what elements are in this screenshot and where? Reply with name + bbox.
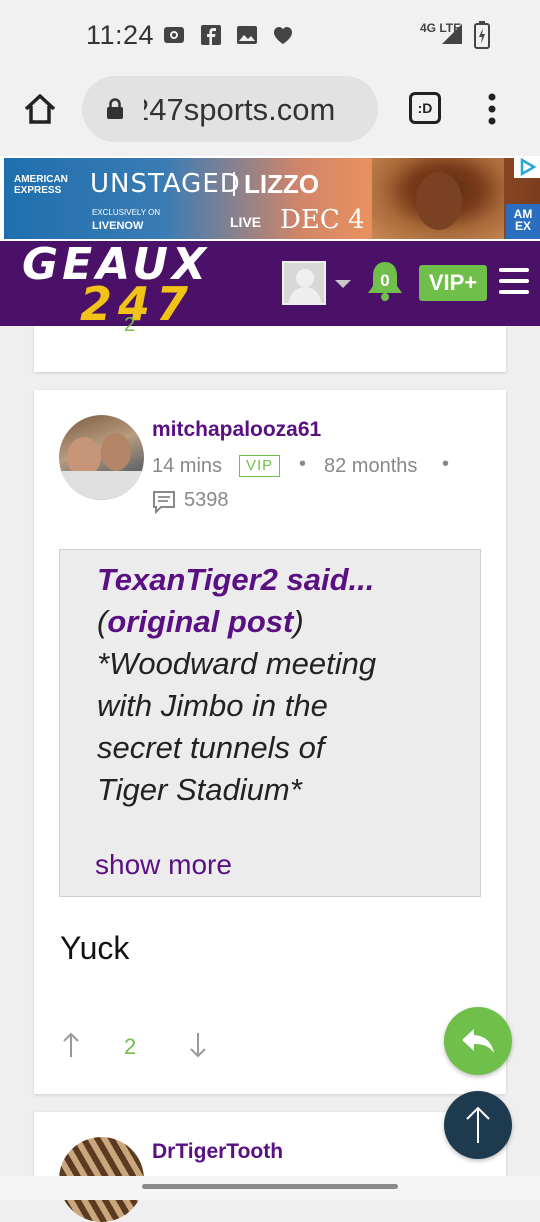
quote-source: (original post) [97, 604, 304, 639]
quote-line: *Woodward meeting [97, 646, 377, 681]
quote-block: TexanTiger2 said... (original post) *Woo… [59, 549, 481, 897]
quote-line: secret tunnels of [97, 730, 325, 765]
browser-toolbar: 247sports.com :D [0, 72, 540, 156]
quote-author[interactable]: TexanTiger2 said... [97, 562, 374, 598]
meta-dot-1: • [299, 453, 307, 475]
battery-icon [474, 21, 490, 49]
next-post-username[interactable]: DrTigerTooth [152, 1140, 283, 1164]
vote-count: 2 [124, 1034, 137, 1059]
image-icon [237, 26, 257, 44]
tab-switcher-label: :D [417, 100, 433, 116]
site-header: GEAUX 247 0 VIP+ [0, 241, 540, 326]
post-tenure: 82 months [324, 455, 418, 477]
upvote-icon[interactable] [62, 1032, 80, 1058]
post-time: 14 mins [152, 455, 223, 477]
post-count: 5398 [184, 489, 229, 511]
ad-divider [233, 172, 235, 196]
ad-platform: LIVENOW [92, 220, 144, 232]
reply-icon [462, 1029, 494, 1053]
post-body: Yuck [60, 930, 130, 966]
ad-exclusively: EXCLUSIVELY ON [92, 208, 161, 217]
heart-icon [274, 27, 292, 44]
site-logo[interactable]: GEAUX 247 [22, 243, 270, 323]
show-more-link[interactable]: show more [95, 849, 232, 881]
ad-choices-icon[interactable] [514, 156, 540, 178]
menu-icon[interactable] [499, 267, 529, 295]
notification-count: 0 [380, 271, 390, 290]
scroll-to-top-button[interactable] [444, 1091, 512, 1159]
quote-line: with Jimbo in the [97, 688, 328, 723]
ad-brand: AMERICAN EXPRESS [14, 174, 68, 196]
post-username[interactable]: mitchapalooza61 [152, 418, 321, 442]
comment-icon [153, 491, 175, 514]
signal-icon [442, 24, 462, 44]
vip-plus-button[interactable]: VIP+ [419, 265, 487, 301]
home-icon[interactable] [22, 91, 58, 127]
chevron-down-icon[interactable] [334, 279, 352, 289]
more-menu-icon[interactable] [486, 92, 498, 126]
original-post-link[interactable]: original post [107, 604, 293, 639]
notifications-button[interactable]: 0 [366, 259, 404, 303]
ad-date: DEC 4 [280, 205, 365, 235]
ad-live-label: LIVE [230, 214, 262, 230]
logo-bottom-text: 247 [80, 277, 195, 323]
gesture-handle[interactable] [142, 1184, 398, 1189]
radio-icon [164, 27, 184, 43]
ad-creative[interactable]: AMERICAN EXPRESS UNSTAGED LIZZO EXCLUSIV… [4, 158, 540, 239]
status-time: 11:24 [86, 20, 155, 50]
prev-vote-count: 2 [124, 314, 136, 336]
address-bar[interactable]: 247sports.com [82, 76, 378, 142]
user-avatar[interactable] [59, 415, 144, 500]
facebook-icon [201, 25, 221, 45]
lock-icon [107, 98, 123, 119]
arrow-up-icon [466, 1106, 490, 1143]
tab-switcher-button[interactable]: :D [409, 92, 441, 124]
reply-button[interactable] [444, 1007, 512, 1075]
downvote-icon[interactable] [189, 1032, 207, 1058]
ad-corner-badge: AM EX [506, 204, 540, 239]
ad-artist: LIZZO [244, 169, 320, 199]
meta-dot-2: • [442, 453, 450, 475]
ad-banner[interactable]: AMERICAN EXPRESS UNSTAGED LIZZO EXCLUSIV… [0, 156, 540, 241]
status-bar: 11:24 4G LTE [0, 0, 540, 72]
system-nav-bar [0, 1176, 540, 1200]
avatar-button[interactable] [282, 261, 326, 305]
ad-title: UNSTAGED [90, 169, 241, 199]
quote-line: Tiger Stadium* [97, 772, 302, 807]
vip-badge: VIP [239, 455, 281, 477]
url-text: 247sports.com [132, 92, 336, 127]
ad-photo [372, 158, 504, 239]
previous-post-card: 2 [34, 314, 506, 372]
